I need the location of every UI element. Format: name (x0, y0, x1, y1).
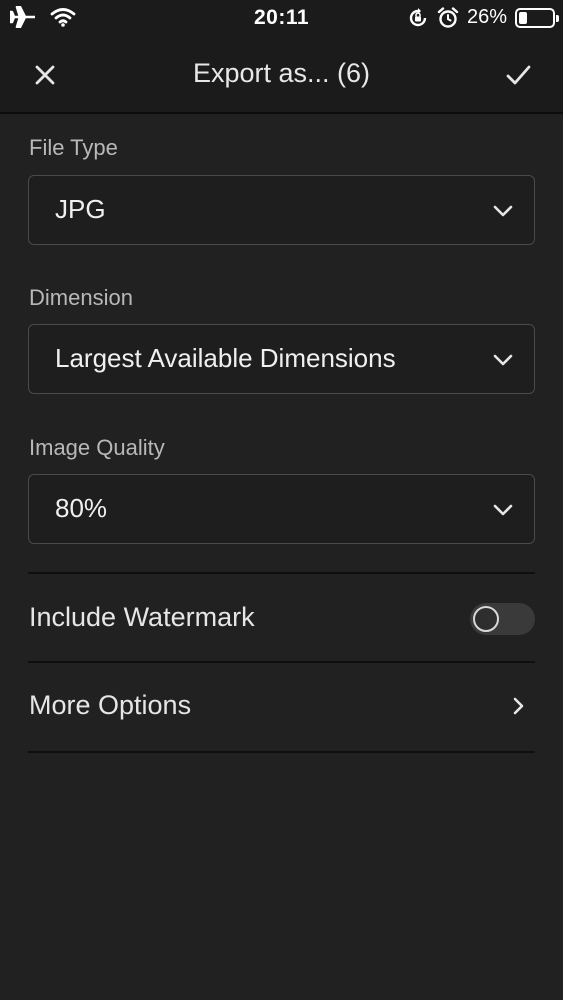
include-watermark-label: Include Watermark (29, 602, 255, 632)
chevron-down-icon (493, 205, 513, 217)
image-quality-value: 80% (55, 493, 108, 523)
dimension-label: Dimension (29, 285, 133, 310)
divider (28, 751, 535, 753)
status-bar: 20:11 26% (0, 0, 563, 36)
status-right-icons: 26% (407, 6, 559, 29)
file-type-label: File Type (29, 135, 118, 160)
battery-level-fill (519, 11, 527, 24)
alarm-icon (437, 6, 459, 28)
file-type-select[interactable]: JPG (28, 175, 535, 245)
toggle-knob (473, 606, 499, 632)
battery-nub (556, 14, 559, 22)
divider (28, 572, 535, 574)
more-options-label[interactable]: More Options (29, 690, 191, 721)
export-screen: 20:11 26% Export as... (6) File Type JPG… (0, 0, 563, 1000)
battery-percent: 26% (466, 6, 507, 28)
file-type-value: JPG (55, 194, 106, 224)
page-title: Export as... (6) (192, 58, 371, 88)
chevron-down-icon (493, 354, 513, 366)
nav-bar: Export as... (6) (0, 36, 563, 114)
dimension-select[interactable]: Largest Available Dimensions (28, 324, 535, 394)
image-quality-label: Image Quality (29, 435, 165, 460)
chevron-right-icon[interactable] (509, 696, 529, 716)
battery-icon (515, 7, 559, 28)
dimension-value: Largest Available Dimensions (55, 343, 396, 373)
checkmark-icon[interactable] (503, 60, 533, 90)
image-quality-select[interactable]: 80% (28, 474, 535, 544)
orientation-lock-icon (409, 7, 427, 26)
chevron-down-icon (493, 504, 513, 516)
divider (28, 661, 535, 663)
watermark-toggle[interactable] (470, 603, 535, 635)
